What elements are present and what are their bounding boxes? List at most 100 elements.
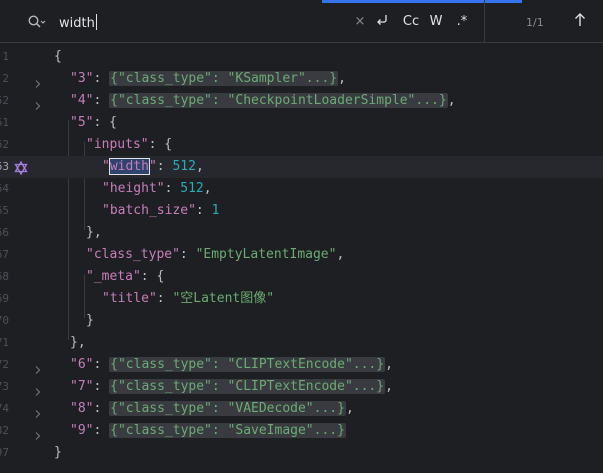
line-number: 52 [0, 94, 9, 107]
code-token: : [93, 423, 110, 438]
code-token: "batch_size" [102, 203, 196, 218]
code-token: , [195, 159, 204, 174]
chevron-right-icon[interactable] [33, 404, 43, 418]
multiline-toggle-button[interactable] [372, 12, 392, 32]
code-token: , [345, 401, 354, 416]
folded-region[interactable]: {"class_type": "CLIPTextEncode"...} [109, 357, 386, 372]
code-token: "_meta" [86, 269, 141, 284]
code-editor[interactable]: 1{2"3": {"class_type": "KSampler"...},52… [0, 43, 603, 473]
chevron-right-icon[interactable] [33, 74, 43, 88]
line-number: 68 [0, 270, 9, 283]
code-line[interactable]: 97} [0, 442, 603, 464]
code-text: }, [86, 224, 102, 242]
code-token: "8" [70, 401, 94, 416]
code-token: "9" [70, 423, 94, 438]
code-text: "height": 512, [102, 180, 212, 198]
search-options-icon[interactable] [28, 15, 46, 29]
code-line[interactable]: 69 "title": "空Latent图像" [0, 288, 603, 310]
code-token: : { [148, 137, 173, 152]
toolbar-divider [484, 0, 485, 43]
code-token: "7" [70, 379, 94, 394]
folded-region[interactable]: {"class_type": "SaveImage"...} [109, 423, 346, 438]
code-token: , [203, 181, 212, 196]
previous-match-button[interactable] [571, 12, 589, 32]
line-number: 72 [0, 358, 9, 371]
folded-region[interactable]: {"class_type": "CLIPTextEncode"...} [109, 379, 386, 394]
code-token: : [93, 357, 110, 372]
code-line[interactable]: 52 "4": {"class_type": "CheckpointLoaderS… [0, 90, 603, 112]
code-token: , [447, 93, 456, 108]
code-line[interactable]: 68 "_meta": { [0, 266, 603, 288]
close-icon: × [354, 14, 366, 29]
code-text: "9": {"class_type": "SaveImage"...} [70, 422, 346, 440]
line-number: 73 [0, 380, 9, 393]
code-line[interactable]: 74 "8": {"class_type": "VAEDecode"...}, [0, 398, 603, 420]
code-token: "class_type" [86, 247, 180, 262]
chevron-right-icon[interactable] [33, 382, 43, 396]
code-text: "3": {"class_type": "KSampler"...}, [70, 70, 346, 88]
code-text: "inputs": { [86, 136, 172, 154]
code-line[interactable]: 1{ [0, 46, 603, 68]
code-token: , [338, 71, 346, 86]
code-text: "5": { [70, 114, 117, 132]
code-token: : { [93, 115, 117, 130]
code-token: 512 [180, 181, 204, 196]
folded-region[interactable]: {"class_type": "VAEDecode"...} [109, 401, 346, 416]
line-number: 64 [0, 182, 9, 195]
line-number: 71 [0, 336, 9, 349]
folded-region[interactable]: {"class_type": "KSampler"...} [109, 71, 339, 86]
line-number: 65 [0, 204, 9, 217]
code-token: 512 [172, 159, 196, 174]
line-number: 66 [0, 226, 9, 239]
chevron-right-icon[interactable] [33, 426, 43, 440]
code-text: "width": 512, [102, 158, 204, 176]
code-token: : [179, 247, 196, 262]
code-line[interactable]: 2 "3": {"class_type": "KSampler"...}, [0, 68, 603, 90]
code-line[interactable]: 63 "width": 512, [0, 156, 603, 178]
match-case-button[interactable]: Cc [400, 12, 422, 32]
code-line[interactable]: 73 "7": {"class_type": "CLIPTextEncode"..… [0, 376, 603, 398]
code-token: "3" [70, 71, 94, 86]
code-token: " [148, 159, 157, 174]
code-line[interactable]: 72 "6": {"class_type": "CLIPTextEncode"..… [0, 354, 603, 376]
chevron-right-icon[interactable] [33, 96, 43, 110]
code-line[interactable]: 71}, [0, 332, 603, 354]
code-token: "title" [102, 291, 157, 306]
code-token: : [195, 203, 212, 218]
line-number: 67 [0, 248, 9, 261]
code-line[interactable]: 62 "inputs": { [0, 134, 603, 156]
active-tab-indicator [322, 0, 522, 3]
whole-words-button[interactable]: W [427, 12, 445, 32]
regex-button[interactable]: .* [452, 12, 472, 32]
code-line[interactable]: 61 "5": { [0, 112, 603, 134]
code-line[interactable]: 82 "9": {"class_type": "SaveImage"...} [0, 420, 603, 442]
code-token: "4" [70, 93, 94, 108]
text-caret [95, 14, 97, 30]
code-text: } [86, 312, 94, 330]
code-token: { [54, 49, 62, 64]
code-token: } [54, 445, 62, 460]
line-number: 62 [0, 138, 9, 151]
code-text: "7": {"class_type": "CLIPTextEncode"...}… [70, 378, 393, 396]
code-line[interactable]: 67 "class_type": "EmptyLatentImage", [0, 244, 603, 266]
search-input[interactable]: width [59, 14, 97, 31]
code-text: "batch_size": 1 [102, 202, 219, 220]
code-token: "height" [102, 181, 165, 196]
code-text: "6": {"class_type": "CLIPTextEncode"...}… [70, 356, 393, 374]
code-line[interactable]: 66}, [0, 222, 603, 244]
clear-search-button[interactable]: × [352, 12, 368, 32]
code-line[interactable]: 65 "batch_size": 1 [0, 200, 603, 222]
folded-region[interactable]: {"class_type": "CheckpointLoaderSimple".… [109, 93, 448, 108]
code-line[interactable]: 64 "height": 512, [0, 178, 603, 200]
code-token: : [164, 181, 181, 196]
code-token: : [93, 93, 110, 108]
bookmark-icon[interactable] [14, 160, 28, 176]
code-token: : [93, 71, 110, 86]
chevron-right-icon[interactable] [33, 360, 43, 374]
match-count: 1/1 [526, 16, 544, 29]
line-number: 74 [0, 402, 9, 415]
code-text: "4": {"class_type": "CheckpointLoaderSim… [70, 92, 456, 110]
code-line[interactable]: 70} [0, 310, 603, 332]
code-text: }, [70, 334, 86, 352]
line-number: 1 [2, 50, 9, 63]
